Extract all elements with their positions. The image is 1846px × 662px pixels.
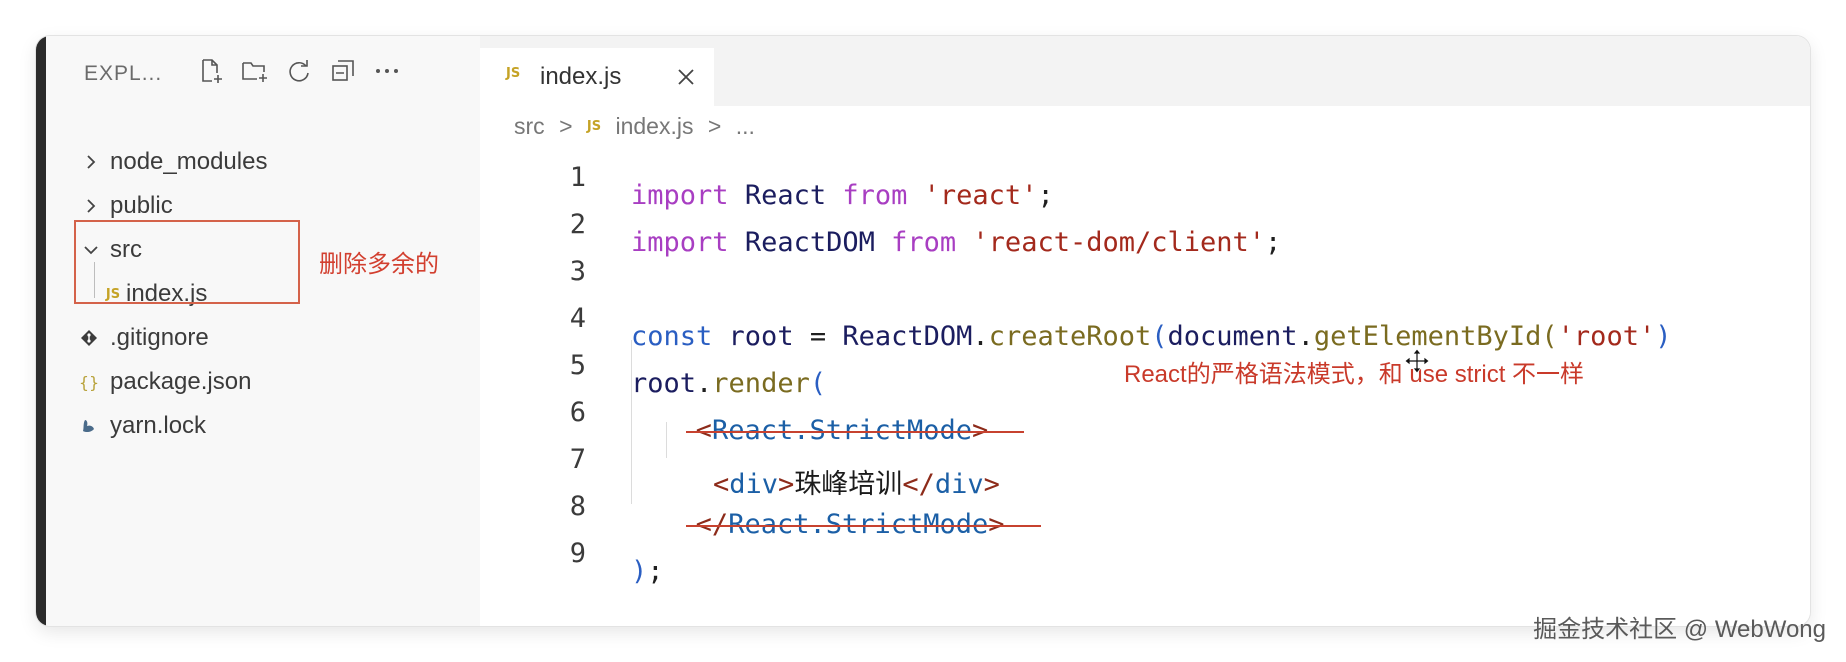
js-file-icon: JS — [586, 119, 602, 135]
vscode-window: EXPL... node_modules public src JS index… — [36, 36, 1810, 626]
code-line[interactable]: 1 import React from 'react'; — [480, 144, 1810, 211]
line-number: 3 — [569, 256, 586, 287]
tree-item-label: yarn.lock — [110, 412, 207, 439]
sidebar-annotation: 删除多余的 — [319, 251, 439, 278]
move-cursor-icon — [1404, 348, 1430, 374]
breadcrumb-folder[interactable]: src — [514, 113, 545, 140]
line-number: 6 — [569, 397, 586, 428]
tree-item-gitignore[interactable]: .gitignore — [46, 318, 466, 358]
git-icon — [78, 327, 100, 349]
breadcrumb-separator: > — [707, 113, 722, 140]
code-text: ); — [631, 556, 664, 587]
code-line[interactable]: 7 <div>珠峰培训</div> — [480, 426, 1810, 500]
code-annotation: React的严格语法模式，和 use strict 不一样 — [1124, 361, 1585, 388]
new-folder-icon[interactable] — [240, 56, 270, 86]
tree-item-label: public — [110, 192, 173, 219]
watermark: 掘金技术社区 @ WebWong — [1533, 616, 1826, 643]
chevron-right-icon — [87, 155, 96, 169]
tab-label: index.js — [540, 63, 622, 90]
tree-item-node-modules[interactable]: node_modules — [46, 142, 466, 182]
line-number: 8 — [569, 491, 586, 522]
refresh-icon[interactable] — [284, 56, 314, 86]
chevron-right-icon — [87, 199, 96, 213]
code-line[interactable]: 4 const root = ReactDOM.createRoot(docum… — [480, 285, 1810, 352]
tree-item-label: .gitignore — [110, 324, 209, 351]
line-number: 9 — [569, 538, 586, 569]
tab-index-js[interactable]: JS index.js — [480, 48, 714, 106]
code-line[interactable]: 2 import ReactDOM from 'react-dom/client… — [480, 191, 1810, 258]
annotation-highlight-box — [74, 220, 300, 304]
breadcrumb: src > JS index.js > ... — [514, 112, 755, 142]
more-icon[interactable] — [372, 56, 402, 86]
tree-item-yarn-lock[interactable]: yarn.lock — [46, 406, 466, 446]
line-number: 1 — [569, 162, 586, 193]
explorer-title: EXPL... — [84, 62, 163, 85]
breadcrumb-more[interactable]: ... — [736, 113, 755, 140]
json-file-icon: {} — [78, 372, 100, 392]
code-line[interactable]: 8 </React.StrictMode> — [480, 473, 1810, 540]
line-number: 5 — [569, 350, 586, 381]
breadcrumb-file[interactable]: index.js — [615, 113, 693, 140]
code-line[interactable]: 3 — [480, 238, 1810, 287]
line-number: 2 — [569, 209, 586, 240]
tree-item-label: node_modules — [110, 148, 268, 175]
close-icon[interactable] — [674, 65, 698, 89]
code-editor: JS index.js src > JS index.js > ... 1 im… — [480, 36, 1810, 626]
explorer-sidebar: EXPL... node_modules public src JS index… — [46, 36, 480, 626]
explorer-header: EXPL... — [46, 54, 480, 90]
tree-item-label: package.json — [110, 368, 252, 395]
tab-bar: JS index.js — [480, 36, 1810, 106]
line-number: 4 — [569, 303, 586, 334]
new-file-icon[interactable] — [196, 56, 226, 86]
line-number: 7 — [569, 444, 586, 475]
collapse-all-icon[interactable] — [328, 56, 358, 86]
js-file-icon: JS — [506, 66, 521, 81]
code-line[interactable]: 9 ); — [480, 520, 1810, 587]
tree-item-package-json[interactable]: {} package.json — [46, 362, 466, 402]
yarn-icon — [78, 415, 100, 437]
window-left-frame — [36, 36, 46, 626]
breadcrumb-separator: > — [559, 113, 573, 140]
